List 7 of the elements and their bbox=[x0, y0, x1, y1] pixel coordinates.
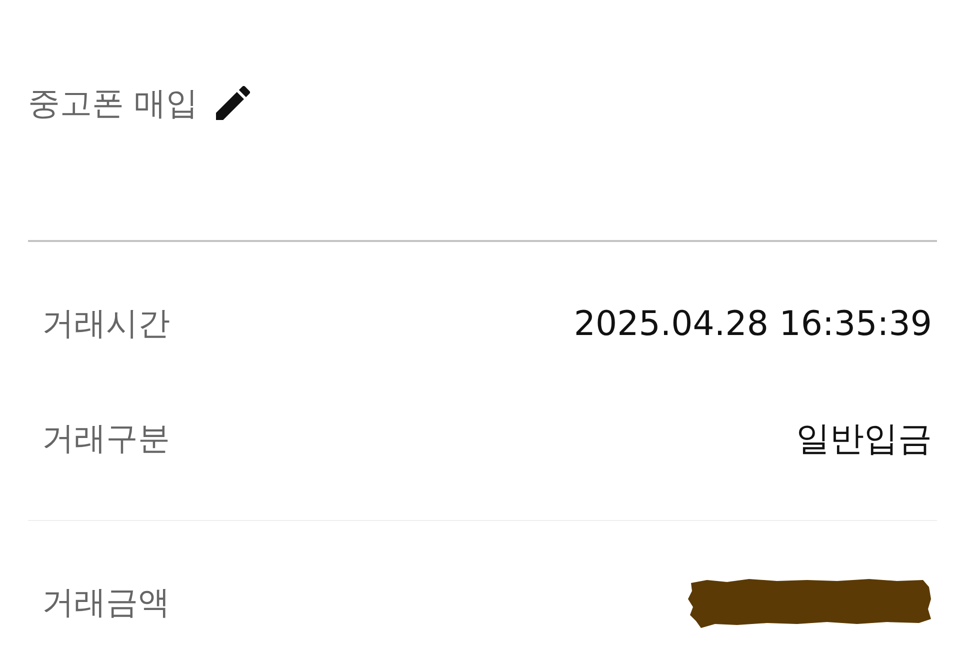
edit-icon[interactable] bbox=[216, 86, 250, 120]
field-label: 거래구분 bbox=[42, 418, 170, 458]
field-label: 거래금액 bbox=[42, 582, 170, 622]
field-label: 거래시간 bbox=[42, 302, 170, 344]
field-value: 2025.04.28 16:35:39 bbox=[574, 304, 932, 344]
page-title: 중고폰 매입 bbox=[28, 83, 198, 124]
field-value: 일반입금 bbox=[796, 418, 932, 460]
